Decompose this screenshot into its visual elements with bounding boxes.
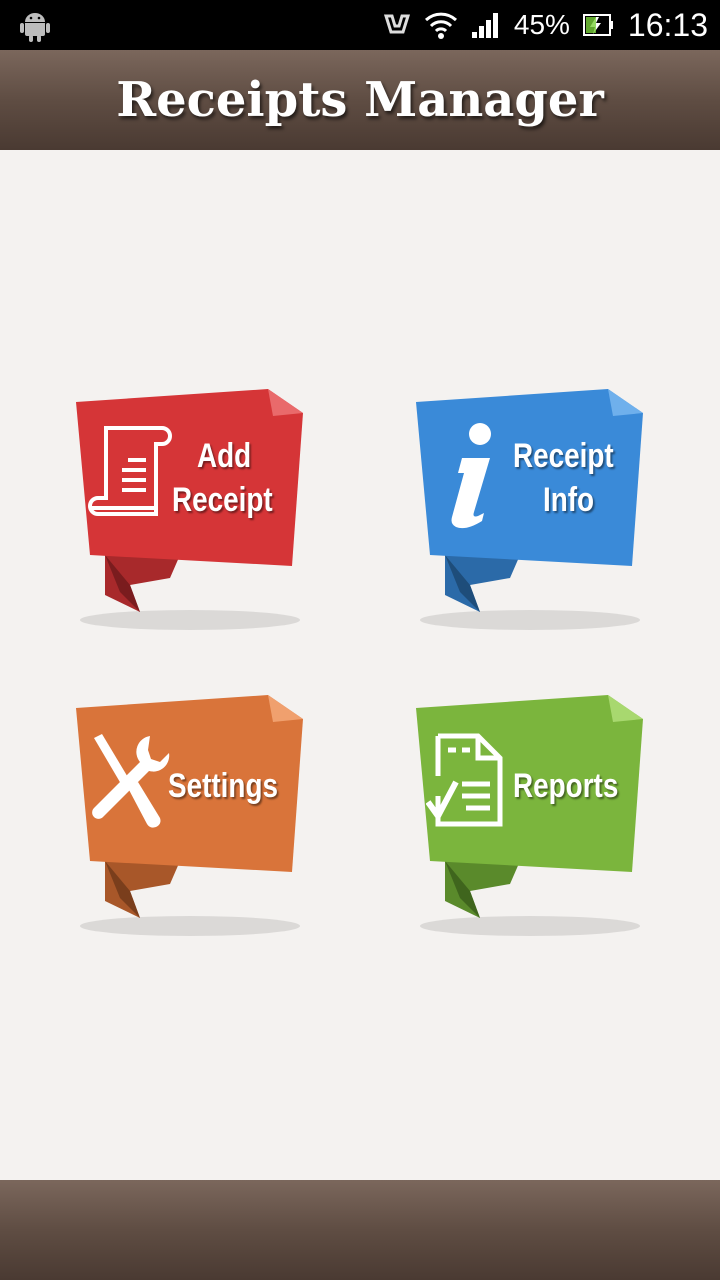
receipt-info-tile-shape (416, 389, 643, 630)
battery-icon (582, 14, 613, 36)
receipt-info-label-line2: Info (543, 481, 595, 519)
add-receipt-label-line1: Add (197, 437, 252, 475)
add-receipt-button[interactable]: Add Receipt (60, 380, 320, 640)
clock: 16:13 (627, 6, 708, 43)
add-receipt-label-line2: Receipt (172, 481, 273, 519)
battery-percent: 45% (513, 9, 570, 40)
info-icon (451, 423, 491, 529)
title-bar: Receipts Manager (0, 50, 720, 150)
signal-icon (471, 13, 498, 38)
settings-label: Settings (168, 767, 278, 805)
android-icon (20, 13, 50, 42)
wifi-icon (424, 12, 457, 39)
receipt-info-label-line1: Receipt (513, 437, 614, 475)
receipt-scroll-icon (88, 426, 172, 516)
status-bar: 45% 16:13 (0, 0, 720, 50)
bottom-bar (0, 1180, 720, 1280)
wrench-screwdriver-icon (92, 734, 170, 828)
reports-label: Reports (513, 767, 619, 805)
report-document-icon (426, 733, 503, 827)
receipt-info-button[interactable]: Receipt Info (400, 380, 660, 640)
nfc-icon (383, 14, 410, 34)
app-title: Receipts Manager (116, 72, 604, 128)
settings-button[interactable]: Settings (60, 686, 320, 946)
reports-button[interactable]: Reports (400, 686, 660, 946)
